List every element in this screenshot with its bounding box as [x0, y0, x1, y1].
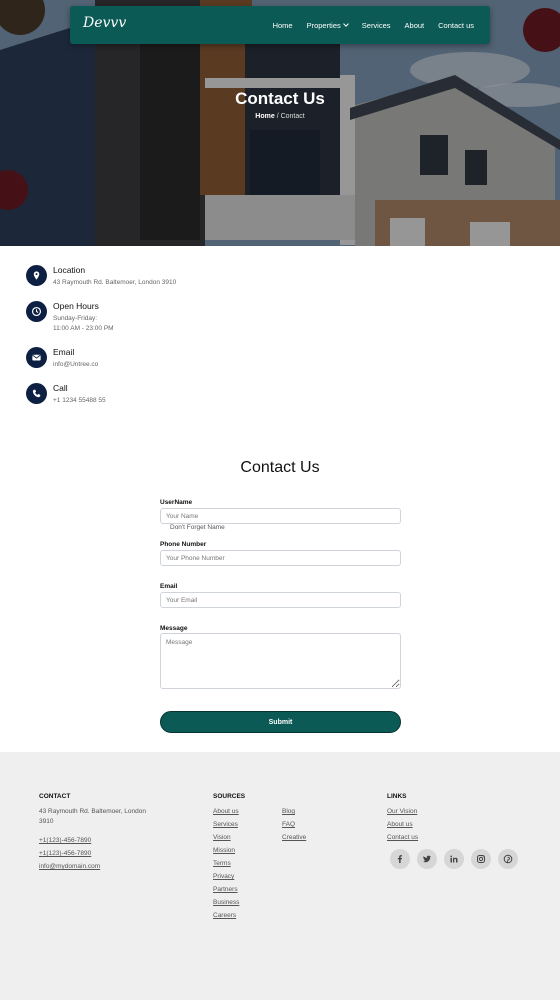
linkedin-icon[interactable] — [444, 849, 464, 869]
instagram-icon[interactable] — [471, 849, 491, 869]
navbar: Devvv Home Properties Services About Con… — [70, 6, 490, 44]
info-hours-text: Sunday-Friday: 11:00 AM - 23:00 PM — [53, 314, 114, 334]
footer-link-about[interactable]: About us — [387, 821, 413, 828]
breadcrumb: Home / Contact — [0, 113, 560, 120]
footer-link-blog[interactable]: Blog — [282, 808, 295, 815]
page-title: Contact Us — [235, 89, 325, 108]
nav-item-services[interactable]: Services — [362, 21, 391, 30]
footer-address-line1: 43 Raymouth Rd. Baltemoer, London — [39, 808, 146, 815]
footer-link-careers[interactable]: Careers — [213, 912, 236, 919]
phone-input[interactable] — [160, 550, 401, 566]
footer-links-heading: LINKS — [387, 793, 407, 800]
info-location: Location 43 Raymouth Rd. Baltemoer, Lond… — [26, 265, 326, 301]
breadcrumb-separator: / — [276, 113, 279, 120]
footer-phone-2[interactable]: +1(123)-456-7890 — [39, 850, 91, 857]
nav-menu: Home Properties Services About Contact u… — [273, 6, 474, 44]
info-email-text[interactable]: info@Untree.co — [53, 360, 98, 370]
footer-address-line2: 3910 — [39, 818, 54, 825]
footer-contact-heading: CONTACT — [39, 793, 71, 800]
username-input[interactable] — [160, 508, 401, 524]
username-label: UserName — [160, 499, 193, 506]
username-hint: Don't Forget Name — [170, 524, 225, 531]
email-input[interactable] — [160, 592, 401, 608]
twitter-icon[interactable] — [417, 849, 437, 869]
info-location-title: Location — [53, 265, 86, 275]
form-heading: Contact Us — [240, 459, 320, 476]
footer-phone-1[interactable]: +1(123)-456-7890 — [39, 837, 91, 844]
phone-icon — [26, 383, 47, 404]
facebook-icon[interactable] — [390, 849, 410, 869]
footer-link-our-vision[interactable]: Our Vision — [387, 808, 417, 815]
breadcrumb-home[interactable]: Home — [255, 113, 274, 120]
footer-link-contact[interactable]: Contact us — [387, 834, 418, 841]
info-email-title: Email — [53, 347, 75, 357]
footer-link-privacy[interactable]: Privacy — [213, 873, 234, 880]
footer-link-terms[interactable]: Terms — [213, 860, 231, 867]
info-location-text: 43 Raymouth Rd. Baltemoer, London 3910 — [53, 279, 177, 286]
footer-sources-heading: SOURCES — [213, 793, 246, 800]
footer-link-mission[interactable]: Mission — [213, 847, 235, 854]
message-label: Message — [160, 625, 188, 632]
footer-link-vision[interactable]: Vision — [213, 834, 231, 841]
info-hours-days: Sunday-Friday: — [53, 315, 98, 322]
footer-link-about-us[interactable]: About us — [213, 808, 239, 815]
info-call-title: Call — [53, 383, 68, 393]
nav-item-home[interactable]: Home — [273, 21, 293, 30]
info-call: Call +1 1234 55488 55 — [26, 383, 326, 419]
footer-link-services[interactable]: Services — [213, 821, 238, 828]
info-call-text[interactable]: +1 1234 55488 55 — [53, 396, 106, 406]
submit-button[interactable]: Submit — [160, 711, 401, 733]
message-textarea[interactable] — [160, 633, 401, 689]
email-label: Email — [160, 583, 178, 590]
pinterest-icon[interactable] — [498, 849, 518, 869]
envelope-icon — [26, 347, 47, 368]
hero-banner: Devvv Home Properties Services About Con… — [0, 0, 560, 246]
nav-item-contact[interactable]: Contact us — [438, 21, 474, 30]
info-email: Email info@Untree.co — [26, 347, 326, 383]
footer — [0, 752, 560, 1000]
nav-item-properties-label: Properties — [306, 20, 341, 30]
phone-label: Phone Number — [160, 541, 207, 548]
breadcrumb-current: Contact — [280, 113, 305, 120]
brand-logo[interactable]: Devvv — [83, 15, 126, 31]
location-pin-icon — [26, 265, 47, 286]
nav-item-properties[interactable]: Properties — [306, 20, 349, 30]
footer-email[interactable]: info@mydomain.com — [39, 863, 100, 870]
clock-icon — [26, 301, 47, 322]
footer-link-creative[interactable]: Creative — [282, 834, 306, 841]
info-hours-title: Open Hours — [53, 301, 99, 311]
chevron-down-icon — [342, 20, 349, 27]
footer-link-partners[interactable]: Partners — [213, 886, 238, 893]
footer-address: 43 Raymouth Rd. Baltemoer, London 3910 — [39, 807, 146, 827]
info-hours: Open Hours Sunday-Friday: 11:00 AM - 23:… — [26, 301, 326, 337]
footer-link-faq[interactable]: FAQ — [282, 821, 295, 828]
footer-link-business[interactable]: Business — [213, 899, 239, 906]
nav-item-about[interactable]: About — [405, 21, 425, 30]
info-hours-time: 11:00 AM - 23:00 PM — [53, 325, 114, 332]
